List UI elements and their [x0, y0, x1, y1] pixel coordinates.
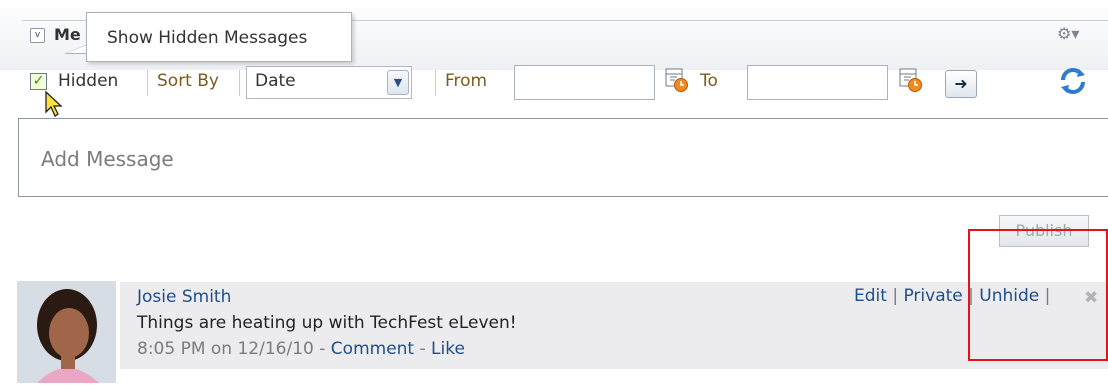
add-message-input[interactable]: Add Message: [18, 118, 1108, 197]
refresh-icon[interactable]: [1055, 66, 1091, 96]
gear-menu-icon[interactable]: ⚙▾: [1057, 24, 1093, 46]
message-body: Things are heating up with TechFest eLev…: [137, 313, 517, 333]
calendar-icon[interactable]: [664, 66, 690, 94]
collapse-toggle-icon[interactable]: v: [30, 28, 45, 43]
action-separator: |: [886, 286, 904, 306]
toolbar-separator: [147, 70, 148, 96]
chevron-down-icon[interactable]: ▼: [387, 70, 409, 95]
edit-link[interactable]: Edit: [854, 286, 887, 306]
calendar-icon[interactable]: [898, 66, 924, 94]
meta-dash: -: [313, 339, 331, 359]
avatar: [17, 281, 116, 383]
private-link[interactable]: Private: [903, 286, 962, 306]
to-date-input[interactable]: [747, 65, 888, 100]
comment-link[interactable]: Comment: [331, 339, 414, 359]
add-message-placeholder: Add Message: [41, 147, 174, 171]
section-title: Me: [54, 25, 81, 44]
message-time: 8:05 PM on 12/16/10: [137, 339, 314, 359]
toolbar-separator: [435, 70, 436, 96]
like-link[interactable]: Like: [431, 339, 465, 359]
sort-by-value: Date: [255, 71, 296, 91]
toolbar-separator: [239, 70, 240, 96]
go-arrow-button[interactable]: ➜: [945, 70, 977, 98]
sort-by-select[interactable]: Date ▼: [246, 66, 412, 99]
message-meta: 8:05 PM on 12/16/10 - Comment - Like: [137, 339, 465, 359]
message-author-link[interactable]: Josie Smith: [137, 287, 231, 307]
hidden-checkbox[interactable]: ✓: [30, 73, 47, 90]
from-date-input[interactable]: [514, 65, 655, 100]
show-hidden-tooltip: Show Hidden Messages: [86, 12, 352, 62]
from-label: From: [445, 71, 488, 91]
tooltip-tail-inner: [67, 45, 87, 53]
hidden-label: Hidden: [58, 71, 119, 91]
to-label: To: [700, 71, 718, 91]
highlight-box: [968, 229, 1108, 361]
mouse-cursor-icon: [45, 90, 63, 117]
sortby-label: Sort By: [157, 71, 219, 91]
meta-dash: -: [414, 339, 432, 359]
